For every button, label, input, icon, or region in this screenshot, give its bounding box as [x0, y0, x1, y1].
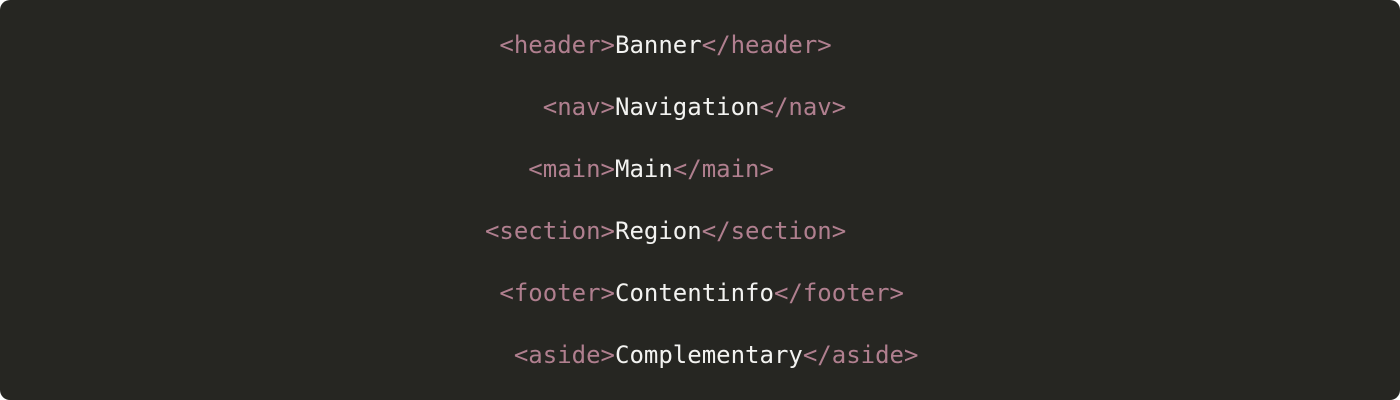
- content-run: Region</section>: [615, 211, 846, 251]
- landmark-label: Complementary: [615, 341, 803, 369]
- open-tag: <section>: [484, 217, 615, 245]
- code-line-footer: <footer> Contentinfo</footer>: [0, 273, 1400, 313]
- open-tag: <nav>: [542, 93, 615, 121]
- content-run: Complementary</aside>: [615, 335, 918, 375]
- landmark-label: Region: [615, 217, 702, 245]
- content-run: Navigation</nav>: [615, 87, 846, 127]
- open-tag: <footer>: [499, 279, 615, 307]
- landmark-label: Banner: [615, 31, 702, 59]
- content-run: Main</main>: [615, 149, 774, 189]
- code-snippet-panel: <header> Banner</header> <nav> Navigatio…: [0, 0, 1400, 400]
- content-run: Banner</header>: [615, 25, 832, 65]
- code-line-nav: <nav> Navigation</nav>: [0, 87, 1400, 127]
- open-tag: <main>: [528, 155, 615, 183]
- code-line-section: <section> Region</section>: [0, 211, 1400, 251]
- close-tag: </section>: [701, 217, 847, 245]
- code-line-main: <main> Main</main>: [0, 149, 1400, 189]
- close-tag: </nav>: [759, 93, 847, 121]
- content-run: Contentinfo</footer>: [615, 273, 904, 313]
- landmark-label: Main: [615, 155, 673, 183]
- close-tag: </header>: [701, 31, 832, 59]
- code-line-header: <header> Banner</header>: [0, 25, 1400, 65]
- close-tag: </main>: [672, 155, 774, 183]
- landmark-label: Navigation: [615, 93, 760, 121]
- close-tag: </footer>: [773, 279, 904, 307]
- code-line-aside: <aside> Complementary</aside>: [0, 335, 1400, 375]
- close-tag: </aside>: [802, 341, 919, 369]
- landmark-label: Contentinfo: [615, 279, 774, 307]
- open-tag: <header>: [499, 31, 615, 59]
- open-tag: <aside>: [513, 341, 615, 369]
